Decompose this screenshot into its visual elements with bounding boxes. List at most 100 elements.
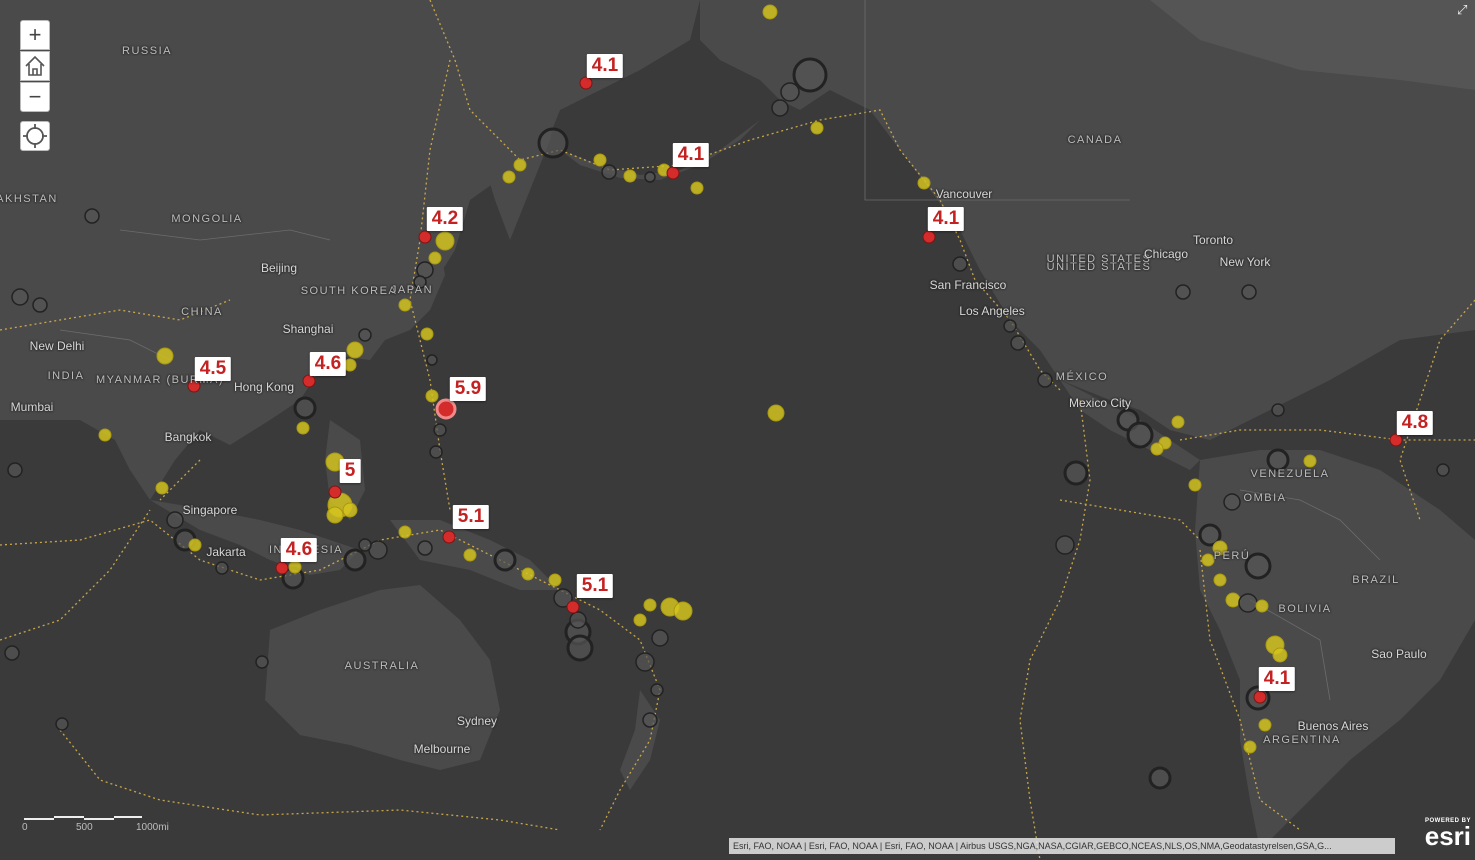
earthquake-marker-moderate[interactable] [767, 404, 785, 422]
earthquake-marker-past[interactable] [644, 171, 656, 183]
earthquake-marker-past[interactable] [7, 462, 23, 478]
home-button[interactable] [20, 51, 50, 81]
expand-icon[interactable]: ⤢ [1457, 2, 1473, 18]
earthquake-marker-past[interactable] [1266, 448, 1290, 472]
earthquake-marker-past[interactable] [255, 655, 269, 669]
earthquake-marker-moderate[interactable] [623, 169, 637, 183]
earthquake-marker-past[interactable] [1223, 493, 1241, 511]
earthquake-marker-moderate[interactable] [1303, 454, 1317, 468]
earthquake-marker-past[interactable] [429, 445, 443, 459]
earthquake-marker-past[interactable] [537, 127, 569, 159]
earthquake-marker-moderate[interactable] [1272, 647, 1288, 663]
earthquake-marker-moderate[interactable] [1213, 573, 1227, 587]
earthquake-marker-past[interactable] [358, 328, 372, 342]
earthquake-marker-recent[interactable] [328, 485, 342, 499]
earthquake-marker-moderate[interactable] [643, 598, 657, 612]
earthquake-marker-moderate[interactable] [513, 158, 527, 172]
earthquake-marker-recent[interactable] [1389, 433, 1403, 447]
earthquake-marker-moderate[interactable] [502, 170, 516, 184]
earthquake-marker-past[interactable] [1003, 319, 1017, 333]
earthquake-marker-past[interactable] [84, 208, 100, 224]
earthquake-marker-past[interactable] [215, 561, 229, 575]
earthquake-marker-moderate[interactable] [1188, 478, 1202, 492]
earthquake-marker-recent[interactable] [418, 230, 432, 244]
earthquake-marker-past[interactable] [433, 423, 447, 437]
earthquake-marker-past[interactable] [1148, 766, 1172, 790]
earthquake-marker-past[interactable] [493, 548, 517, 572]
earthquake-marker-moderate[interactable] [420, 327, 434, 341]
earthquake-marker-recent[interactable] [666, 166, 680, 180]
earthquake-marker-past[interactable] [635, 652, 655, 672]
earthquake-marker-past[interactable] [32, 297, 48, 313]
earthquake-marker-past[interactable] [11, 288, 29, 306]
earthquake-marker-past[interactable] [1238, 593, 1258, 613]
earthquake-marker-moderate[interactable] [521, 567, 535, 581]
earthquake-marker-past[interactable] [358, 538, 372, 552]
earthquake-marker-past[interactable] [650, 683, 664, 697]
earthquake-marker-past[interactable] [1063, 460, 1089, 486]
earthquake-marker-moderate[interactable] [690, 181, 704, 195]
earthquake-marker-past[interactable] [952, 256, 968, 272]
earthquake-marker-recent[interactable] [922, 230, 936, 244]
earthquake-marker-past[interactable] [293, 396, 317, 420]
earthquake-marker-moderate[interactable] [288, 560, 302, 574]
earthquake-marker-moderate[interactable] [296, 421, 310, 435]
earthquake-marker-moderate[interactable] [326, 506, 344, 524]
earthquake-marker-past[interactable] [601, 164, 617, 180]
earthquake-marker-past[interactable] [1271, 403, 1285, 417]
earthquake-marker-moderate[interactable] [398, 525, 412, 539]
earthquake-marker-past[interactable] [1175, 284, 1191, 300]
earthquake-marker-moderate[interactable] [1243, 740, 1257, 754]
attribution-bar[interactable]: Esri, FAO, NOAA | Esri, FAO, NOAA | Esri… [729, 838, 1395, 854]
earthquake-marker-moderate[interactable] [346, 341, 364, 359]
earthquake-marker-moderate[interactable] [548, 573, 562, 587]
earthquake-marker-moderate[interactable] [1258, 718, 1272, 732]
earthquake-marker-recent[interactable] [1253, 690, 1267, 704]
earthquake-marker-past[interactable] [1436, 463, 1450, 477]
earthquake-marker-past[interactable] [368, 540, 388, 560]
earthquake-marker-moderate[interactable] [342, 502, 358, 518]
earthquake-marker-past[interactable] [343, 548, 367, 572]
earthquake-marker-past[interactable] [642, 712, 658, 728]
zoom-out-button[interactable]: − [20, 82, 50, 112]
earthquake-marker-past[interactable] [566, 634, 594, 662]
earthquake-marker-past[interactable] [417, 540, 433, 556]
esri-logo[interactable]: POWERED BY esri [1405, 818, 1471, 856]
earthquake-marker-moderate[interactable] [810, 121, 824, 135]
earthquake-marker-moderate[interactable] [673, 601, 693, 621]
earthquake-marker-past[interactable] [792, 57, 828, 93]
earthquake-marker-moderate[interactable] [1225, 592, 1241, 608]
earthquake-marker-past[interactable] [166, 511, 184, 529]
earthquake-marker-recent[interactable] [275, 561, 289, 575]
earthquake-marker-moderate[interactable] [1201, 553, 1215, 567]
earthquake-marker-moderate[interactable] [98, 428, 112, 442]
earthquake-marker-moderate[interactable] [762, 4, 778, 20]
earthquake-marker-moderate[interactable] [188, 538, 202, 552]
earthquake-marker-recent[interactable] [442, 530, 456, 544]
earthquake-marker-moderate[interactable] [435, 231, 455, 251]
earthquake-marker-past[interactable] [1010, 335, 1026, 351]
earthquake-marker-past[interactable] [1037, 372, 1053, 388]
earthquake-marker-past[interactable] [55, 717, 69, 731]
earthquake-marker-moderate[interactable] [156, 347, 174, 365]
earthquake-marker-moderate[interactable] [398, 298, 412, 312]
zoom-in-button[interactable]: + [20, 20, 50, 50]
earthquake-marker-recent[interactable] [579, 76, 593, 90]
map-view[interactable]: RUSSIA MONGOLIA CHINA INDIA SOUTH KOREA JAPAN… [0, 0, 1475, 860]
earthquake-marker-moderate[interactable] [1171, 415, 1185, 429]
earthquake-marker-moderate[interactable] [1255, 599, 1269, 613]
locate-button[interactable] [20, 121, 50, 151]
earthquake-marker-past[interactable] [771, 99, 789, 117]
earthquake-marker-moderate[interactable] [917, 176, 931, 190]
earthquake-marker-past[interactable] [1055, 535, 1075, 555]
earthquake-marker-past[interactable] [1126, 421, 1154, 449]
earthquake-marker-recent[interactable] [302, 374, 316, 388]
earthquake-marker-past[interactable] [1241, 284, 1257, 300]
earthquake-marker-moderate[interactable] [593, 153, 607, 167]
earthquake-marker-moderate[interactable] [425, 389, 439, 403]
earthquake-marker-moderate[interactable] [633, 613, 647, 627]
earthquake-marker-recent[interactable] [566, 600, 580, 614]
earthquake-marker-moderate[interactable] [428, 251, 442, 265]
earthquake-marker-recent[interactable] [435, 398, 457, 420]
earthquake-marker-moderate[interactable] [1150, 442, 1164, 456]
